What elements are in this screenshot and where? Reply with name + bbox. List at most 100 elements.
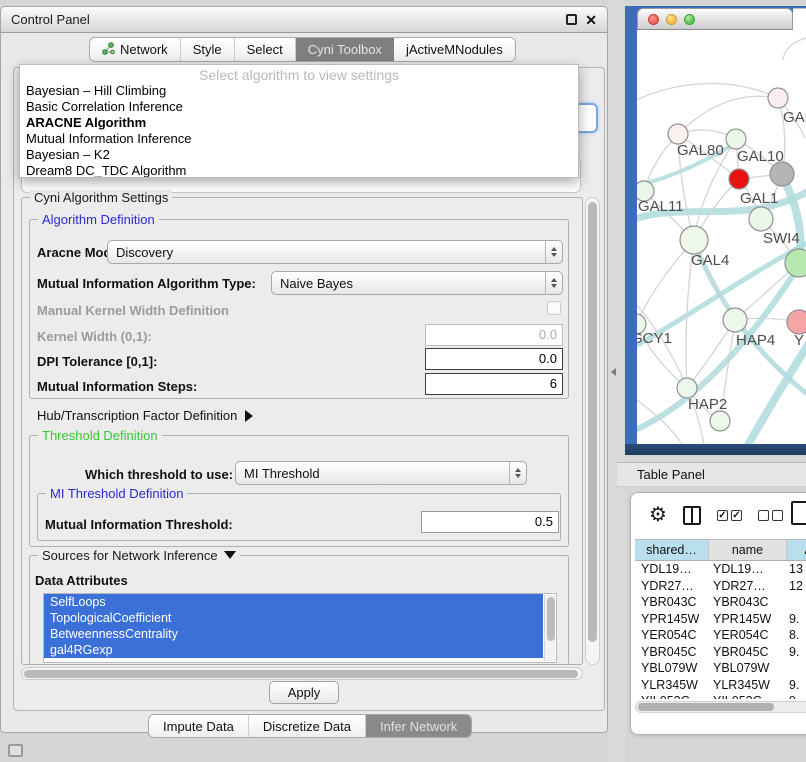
- network-graph[interactable]: GALGAL80GAL10GAL1GAL11SWI4GAL4GCY1HAP4YH…: [637, 30, 806, 444]
- attribute-list-item[interactable]: BetweennessCentrality: [44, 626, 543, 642]
- mi-steps-input[interactable]: 6: [425, 373, 563, 395]
- table-row[interactable]: YIL052CYIL052C9: [635, 693, 806, 699]
- columns-icon[interactable]: [683, 506, 701, 525]
- mi-threshold-input[interactable]: 0.5: [421, 511, 559, 533]
- table-row[interactable]: YPR145WYPR145W9.: [635, 611, 806, 628]
- zoom-window-icon[interactable]: [684, 14, 695, 25]
- close-panel-icon[interactable]: ✕: [585, 11, 597, 29]
- table-cell: YPR145W: [635, 611, 709, 628]
- divider-handle-icon[interactable]: [611, 368, 616, 376]
- column-header-name[interactable]: name: [709, 540, 787, 560]
- network-edge[interactable]: [637, 240, 694, 324]
- column-header-partial[interactable]: A: [787, 540, 806, 560]
- table-panel-header: Table Panel: [617, 462, 806, 487]
- network-edge[interactable]: [783, 38, 806, 60]
- table-row[interactable]: YDL19…YDL19…13: [635, 561, 806, 578]
- dropdown-item[interactable]: Basic Correlation Inference: [20, 98, 578, 114]
- network-node[interactable]: [726, 129, 746, 149]
- dropdown-item[interactable]: Bayesian – K2: [20, 146, 578, 162]
- network-node[interactable]: [680, 226, 708, 254]
- network-node[interactable]: [749, 207, 773, 231]
- document-icon[interactable]: [791, 501, 806, 525]
- float-panel-icon[interactable]: [566, 14, 577, 25]
- sources-group-title[interactable]: Sources for Network Inference: [38, 548, 240, 563]
- tab-impute-data[interactable]: Impute Data: [149, 715, 249, 737]
- which-threshold-select[interactable]: MI Threshold: [235, 461, 527, 485]
- aracne-mode-select[interactable]: Discovery: [107, 240, 563, 264]
- table-horizontal-scrollbar[interactable]: [635, 701, 806, 713]
- node-label: GAL4: [691, 252, 729, 269]
- dropdown-item[interactable]: Dream8 DC_TDC Algorithm: [20, 162, 578, 178]
- data-attributes-label: Data Attributes: [35, 573, 128, 588]
- network-node[interactable]: [768, 88, 788, 108]
- panel-divider[interactable]: [608, 0, 625, 762]
- table-row[interactable]: YER054CYER054C8.: [635, 627, 806, 644]
- table-cell: YIL052C: [635, 693, 709, 699]
- network-canvas[interactable]: GALGAL80GAL10GAL1GAL11SWI4GAL4GCY1HAP4YH…: [637, 30, 806, 444]
- manual-kernel-width-checkbox[interactable]: [547, 301, 561, 315]
- network-node[interactable]: [787, 310, 806, 334]
- tab-network[interactable]: Network: [90, 38, 181, 61]
- node-label: GCY1: [637, 330, 672, 347]
- network-node[interactable]: [710, 411, 730, 431]
- apply-button[interactable]: Apply: [269, 681, 339, 704]
- table-cell: 13: [787, 561, 806, 578]
- table-row[interactable]: YBR045CYBR045C9.: [635, 644, 806, 661]
- network-node[interactable]: [668, 124, 688, 144]
- mi-algorithm-type-select[interactable]: Naive Bayes: [271, 271, 563, 295]
- control-panel-titlebar[interactable]: Control Panel ✕: [1, 7, 607, 33]
- stepper-arrows-icon: [545, 272, 562, 294]
- tab-jactivemnodules[interactable]: jActiveMNodules: [394, 38, 515, 61]
- data-attributes-list[interactable]: SelfLoopsTopologicalCoefficientBetweenne…: [43, 593, 557, 663]
- collapsed-panel-icon[interactable]: [8, 744, 23, 757]
- close-window-icon[interactable]: [648, 14, 659, 25]
- minimize-window-icon[interactable]: [666, 14, 677, 25]
- table-cell: YBR043C: [635, 594, 709, 611]
- table-cell: [787, 594, 806, 611]
- attribute-list-item[interactable]: gal4RGexp: [44, 642, 543, 658]
- column-header-shared-name[interactable]: shared…: [635, 540, 709, 560]
- expanded-arrow-icon: [224, 551, 236, 559]
- table-cell: YER054C: [635, 627, 709, 644]
- network-node[interactable]: [770, 162, 794, 186]
- deselect-all-checkboxes-icon[interactable]: [758, 510, 783, 521]
- table-cell: YBR045C: [635, 644, 709, 661]
- node-label: GAL1: [740, 190, 778, 207]
- tab-style[interactable]: Style: [181, 38, 235, 61]
- tab-network-label: Network: [120, 42, 168, 57]
- tab-discretize-data[interactable]: Discretize Data: [249, 715, 366, 737]
- tab-infer-network[interactable]: Infer Network: [366, 715, 471, 737]
- network-window-titlebar[interactable]: [637, 8, 793, 30]
- dropdown-item[interactable]: Bayesian – Hill Climbing: [20, 82, 578, 98]
- attributes-scrollbar[interactable]: [544, 595, 555, 661]
- control-panel-title: Control Panel: [11, 12, 90, 27]
- network-node[interactable]: [677, 378, 697, 398]
- network-node[interactable]: [729, 169, 749, 189]
- table-cell: YIL052C: [709, 693, 787, 699]
- table-cell: YDL19…: [709, 561, 787, 578]
- tab-select[interactable]: Select: [235, 38, 296, 61]
- tab-cyni-toolbox[interactable]: Cyni Toolbox: [296, 38, 394, 61]
- gear-icon[interactable]: ⚙: [649, 505, 667, 525]
- stepper-arrows-icon: [509, 462, 526, 484]
- table-row[interactable]: YLR345WYLR345W9.: [635, 677, 806, 694]
- settings-vertical-scrollbar[interactable]: [585, 197, 600, 665]
- attribute-list-item[interactable]: TopologicalCoefficient: [44, 610, 543, 626]
- which-threshold-label: Which threshold to use:: [85, 467, 233, 482]
- table-row[interactable]: YDR27…YDR27…12: [635, 578, 806, 595]
- attribute-list-item[interactable]: SelfLoops: [44, 594, 543, 610]
- table-row[interactable]: YBR043CYBR043C: [635, 594, 806, 611]
- settings-horizontal-scrollbar[interactable]: [21, 667, 583, 680]
- table-row[interactable]: YBL079WYBL079W: [635, 660, 806, 677]
- dropdown-item[interactable]: ARACNE Algorithm: [20, 114, 578, 130]
- network-node[interactable]: [723, 308, 747, 332]
- network-edge[interactable]: [637, 84, 778, 106]
- network-edge[interactable]: [678, 96, 778, 134]
- node-label: HAP2: [688, 396, 727, 413]
- dpi-tolerance-input[interactable]: 0.0: [425, 348, 563, 370]
- threshold-definition-title: Threshold Definition: [38, 428, 162, 443]
- dropdown-item[interactable]: Mutual Information Inference: [20, 130, 578, 146]
- kernel-width-input[interactable]: 0.0: [425, 324, 563, 346]
- hub-definition-toggle[interactable]: Hub/Transcription Factor Definition: [37, 408, 253, 423]
- select-all-checkboxes-icon[interactable]: [717, 510, 742, 521]
